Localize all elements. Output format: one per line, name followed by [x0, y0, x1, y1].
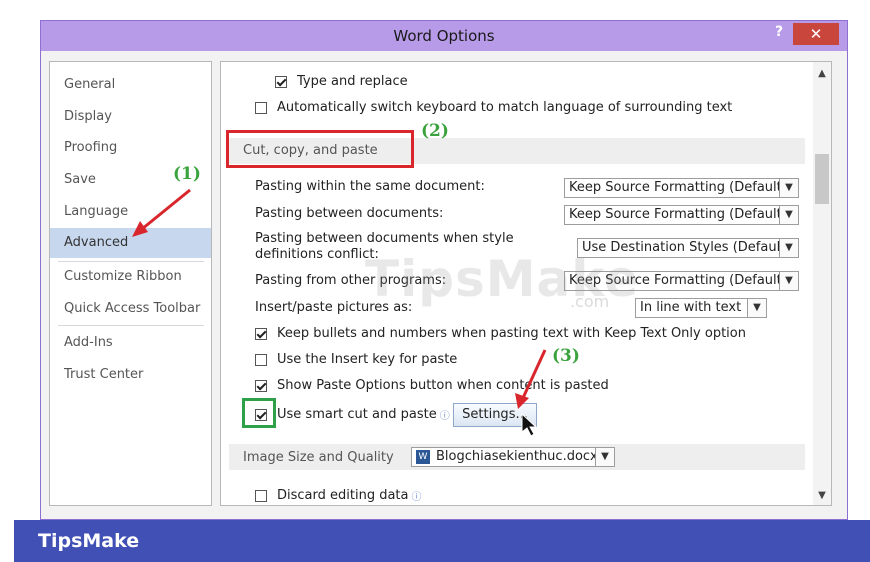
sidebar-item-general[interactable]: General	[50, 70, 211, 100]
sidebar-item-customize-ribbon[interactable]: Customize Ribbon	[50, 262, 211, 292]
auto-keyboard-checkbox[interactable]	[255, 101, 267, 114]
image-quality-document-select[interactable]: W Blogchiasekienthuc.docx ▼	[411, 447, 615, 467]
chevron-down-icon[interactable]: ▼	[595, 448, 614, 466]
keep-bullets-option[interactable]: Keep bullets and numbers when pasting te…	[255, 326, 746, 341]
smart-cut-paste-option[interactable]: Use smart cut and paste ⓘ	[255, 407, 450, 422]
image-quality-document-value: Blogchiasekienthuc.docx	[436, 449, 598, 464]
help-button[interactable]: ?	[769, 24, 789, 44]
auto-keyboard-label: Automatically switch keyboard to match l…	[277, 100, 733, 115]
scroll-down-icon[interactable]: ▼	[813, 490, 831, 501]
sidebar-item-advanced[interactable]: Advanced	[50, 228, 211, 258]
smart-cut-paste-label: Use smart cut and paste	[277, 407, 437, 422]
show-paste-options-option[interactable]: Show Paste Options button when content i…	[255, 378, 609, 393]
sidebar-item-language[interactable]: Language	[50, 197, 211, 227]
chevron-down-icon[interactable]: ▼	[779, 272, 798, 290]
scrollbar-thumb[interactable]	[815, 154, 829, 204]
type-and-replace-checkbox[interactable]	[275, 75, 287, 88]
auto-keyboard-option[interactable]: Automatically switch keyboard to match l…	[255, 100, 732, 115]
window-title: Word Options	[393, 27, 495, 45]
type-and-replace-label: Type and replace	[297, 74, 408, 89]
paste-pictures-select[interactable]: In line with text ▼	[635, 298, 767, 318]
paste-within-doc-label: Pasting within the same document:	[255, 179, 485, 194]
paste-between-docs-value: Keep Source Formatting (Default)	[569, 207, 787, 222]
step3-label: (3)	[552, 346, 580, 366]
chevron-down-icon[interactable]: ▼	[779, 179, 798, 197]
watermark-suffix: .com	[570, 292, 610, 311]
smart-cut-settings-button[interactable]: Settings...	[453, 403, 537, 427]
brand-name: TipsMake	[38, 530, 140, 552]
insert-key-option[interactable]: Use the Insert key for paste	[255, 352, 457, 367]
chevron-down-icon[interactable]: ▼	[779, 206, 798, 224]
smart-cut-highlight-box	[242, 398, 276, 428]
keep-bullets-label: Keep bullets and numbers when pasting te…	[277, 326, 746, 341]
step2-highlight-box	[226, 130, 414, 168]
style-conflict-label-line1: Pasting between documents when style	[255, 231, 514, 246]
close-button[interactable]: ✕	[793, 23, 839, 45]
chevron-down-icon[interactable]: ▼	[747, 299, 766, 317]
insert-key-checkbox[interactable]	[255, 353, 267, 366]
sidebar-item-proofing[interactable]: Proofing	[50, 133, 211, 163]
discard-editing-option[interactable]: Discard editing data ⓘ	[255, 488, 422, 503]
show-paste-options-checkbox[interactable]	[255, 379, 267, 392]
discard-editing-checkbox[interactable]	[255, 489, 267, 502]
step1-label: (1)	[173, 164, 201, 184]
sidebar-item-display[interactable]: Display	[50, 102, 211, 132]
insert-key-label: Use the Insert key for paste	[277, 352, 458, 367]
sidebar-item-add-ins[interactable]: Add-Ins	[50, 328, 211, 358]
vertical-scrollbar[interactable]: ▲ ▼	[813, 62, 831, 505]
chevron-down-icon[interactable]: ▼	[779, 239, 798, 257]
sidebar-item-quick-access-toolbar[interactable]: Quick Access Toolbar	[50, 294, 211, 324]
image-quality-heading: Image Size and Quality	[243, 450, 394, 465]
word-document-icon: W	[416, 450, 430, 464]
keep-bullets-checkbox[interactable]	[255, 327, 267, 340]
step2-label: (2)	[421, 121, 449, 141]
info-icon: ⓘ	[411, 492, 422, 503]
paste-between-docs-label: Pasting between documents:	[255, 206, 444, 221]
image-top-margin	[0, 0, 870, 20]
info-icon: ⓘ	[439, 411, 450, 422]
options-sidebar: General Display Proofing Save Language A…	[49, 61, 212, 506]
title-bar: Word Options ? ✕	[41, 21, 847, 51]
scroll-up-icon[interactable]: ▲	[813, 68, 831, 79]
image-right-margin	[848, 20, 870, 520]
discard-editing-label: Discard editing data	[277, 488, 409, 503]
sidebar-divider	[58, 325, 204, 326]
sidebar-item-trust-center[interactable]: Trust Center	[50, 360, 211, 390]
type-and-replace-option[interactable]: Type and replace	[275, 74, 408, 89]
show-paste-options-label: Show Paste Options button when content i…	[277, 378, 609, 393]
paste-within-doc-select[interactable]: Keep Source Formatting (Default) ▼	[564, 178, 799, 198]
brand-banner: TipsMake	[14, 520, 870, 562]
paste-within-doc-value: Keep Source Formatting (Default)	[569, 180, 787, 195]
paste-pictures-value: In line with text	[640, 300, 742, 315]
style-conflict-label-line2: definitions conflict:	[255, 247, 379, 262]
paste-between-docs-select[interactable]: Keep Source Formatting (Default) ▼	[564, 205, 799, 225]
